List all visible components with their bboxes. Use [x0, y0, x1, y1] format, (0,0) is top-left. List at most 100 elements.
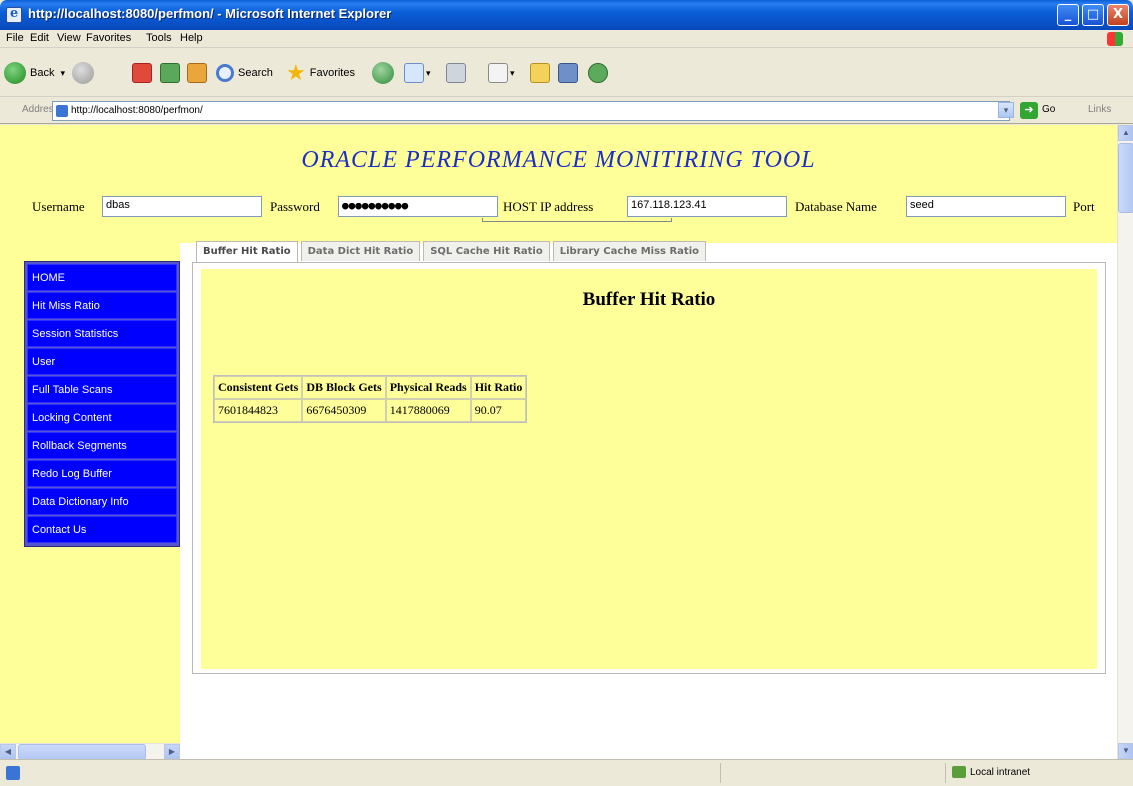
database-name-field[interactable]: seed: [906, 196, 1066, 217]
scroll-up-icon[interactable]: ▲: [1118, 125, 1133, 141]
back-arrow-icon: [4, 62, 26, 84]
port-label: Port: [1073, 199, 1095, 214]
scroll-thumb[interactable]: [18, 744, 146, 759]
search-button[interactable]: Search: [216, 61, 273, 85]
messenger-button[interactable]: [588, 61, 608, 85]
back-button[interactable]: Back ▾: [4, 61, 65, 85]
nav-item-user[interactable]: User: [27, 348, 177, 375]
menu-help[interactable]: Help: [180, 32, 203, 44]
address-input[interactable]: http://localhost:8080/perfmon/: [52, 101, 1010, 121]
edit-dropdown-icon: ▾: [510, 67, 515, 78]
nav-menu: HOME Hit Miss Ratio Session Statistics U…: [24, 261, 180, 547]
page-scrollbar[interactable]: ▲ ▼: [1117, 125, 1133, 759]
folder-button[interactable]: [530, 61, 550, 85]
tab-sql-cache-hit-ratio[interactable]: SQL Cache Hit Ratio: [423, 241, 550, 261]
refresh-button[interactable]: [160, 61, 180, 85]
password-field[interactable]: ●●●●●●●●●●: [338, 196, 498, 217]
page-viewport: ORACLE PERFORMANCE MONITIRING TOOL Usern…: [0, 125, 1117, 759]
column-header: DB Block Gets: [302, 376, 386, 399]
host-ip-field[interactable]: 167.118.123.41: [627, 196, 787, 217]
favorites-label: Favorites: [309, 67, 355, 79]
intranet-zone-icon: [952, 766, 966, 778]
username-label: Username: [32, 199, 85, 214]
menu-bar: File Edit View Favorites Tools Help: [0, 30, 1133, 48]
menu-favorites[interactable]: Favorites: [86, 32, 131, 44]
nav-item-data-dictionary-info[interactable]: Data Dictionary Info: [27, 488, 177, 515]
go-arrow-icon[interactable]: ➜: [1020, 102, 1038, 119]
maximize-button[interactable]: □: [1082, 4, 1104, 26]
mail-dropdown-icon: ▾: [426, 67, 431, 78]
nav-item-session-statistics[interactable]: Session Statistics: [27, 320, 177, 347]
left-column: HOME Hit Miss Ratio Session Statistics U…: [0, 243, 180, 743]
forward-button[interactable]: [72, 61, 94, 85]
table-cell: 90.07: [470, 399, 527, 422]
buffer-hit-table: Consistent Gets DB Block Gets Physical R…: [213, 375, 528, 423]
forward-arrow-icon: [72, 62, 94, 84]
table-cell: 6676450309: [302, 399, 386, 422]
table-cell: 1417880069: [385, 399, 471, 422]
tab-buffer-hit-ratio[interactable]: Buffer Hit Ratio: [196, 241, 298, 263]
security-zone-label: Local intranet: [970, 767, 1031, 778]
scroll-right-icon[interactable]: ▶: [164, 744, 180, 759]
scroll-left-icon[interactable]: ◀: [0, 744, 16, 759]
username-field[interactable]: dbas: [102, 196, 262, 217]
status-divider: [945, 763, 946, 783]
tab-data-dict-hit-ratio[interactable]: Data Dict Hit Ratio: [300, 241, 421, 261]
table-row: 7601844823 6676450309 1417880069 90.07: [214, 399, 527, 422]
host-label: HOST IP address: [503, 199, 594, 214]
nav-item-locking-content[interactable]: Locking Content: [27, 404, 177, 431]
address-url: http://localhost:8080/perfmon/: [71, 105, 203, 116]
tab-library-cache-miss-ratio[interactable]: Library Cache Miss Ratio: [552, 241, 706, 261]
address-bar: Address http://localhost:8080/perfmon/ ▾…: [0, 98, 1133, 124]
go-button[interactable]: Go: [1042, 104, 1055, 115]
page-status-icon: [6, 766, 20, 780]
toolbar: Back ▾ Search ★ Favorites ▾ ▾: [0, 49, 1133, 97]
column-header: Physical Reads: [385, 376, 471, 399]
edit-icon: [488, 63, 508, 83]
minimize-button[interactable]: _: [1057, 4, 1079, 26]
field-underline: [482, 218, 672, 222]
database-label: Database Name: [795, 199, 877, 214]
menu-edit[interactable]: Edit: [30, 32, 49, 44]
browser-window: http://localhost:8080/perfmon/ - Microso…: [0, 0, 1133, 786]
print-icon: [446, 63, 466, 83]
table-cell: 7601844823: [214, 399, 303, 422]
page-title: ORACLE PERFORMANCE MONITIRING TOOL: [301, 147, 816, 173]
close-button[interactable]: X: [1107, 4, 1129, 26]
ie-icon: [6, 6, 22, 23]
links-button[interactable]: Links: [1088, 104, 1111, 115]
nav-item-contact-us[interactable]: Contact Us: [27, 516, 177, 543]
home-icon: [187, 63, 207, 83]
back-dropdown-icon: ▾: [60, 67, 65, 78]
nav-item-redo-log-buffer[interactable]: Redo Log Buffer: [27, 460, 177, 487]
scroll-down-icon[interactable]: ▼: [1118, 743, 1133, 759]
left-frame-scrollbar[interactable]: ◀ ▶: [0, 743, 180, 759]
page-header: ORACLE PERFORMANCE MONITIRING TOOL Usern…: [0, 125, 1117, 243]
nav-item-full-table-scans[interactable]: Full Table Scans: [27, 376, 177, 403]
nav-item-home[interactable]: HOME: [27, 264, 177, 291]
research-icon: [558, 63, 578, 83]
page-icon: [56, 105, 68, 117]
tab-panel-content: Buffer Hit Ratio Consistent Gets DB Bloc…: [201, 269, 1097, 669]
research-button[interactable]: [558, 61, 578, 85]
address-dropdown-icon[interactable]: ▾: [998, 102, 1014, 118]
panel-title: Buffer Hit Ratio: [582, 289, 716, 310]
nav-item-hit-miss-ratio[interactable]: Hit Miss Ratio: [27, 292, 177, 319]
search-icon: [216, 64, 234, 82]
scroll-thumb[interactable]: [1118, 143, 1133, 213]
home-button[interactable]: [187, 61, 207, 85]
messenger-icon: [588, 63, 608, 83]
favorites-button[interactable]: ★ Favorites: [286, 61, 355, 85]
column-header: Hit Ratio: [470, 376, 527, 399]
stop-button[interactable]: [132, 61, 152, 85]
print-button[interactable]: [446, 61, 466, 85]
edit-button[interactable]: ▾: [488, 61, 515, 85]
back-label: Back: [30, 67, 55, 79]
mail-button[interactable]: ▾: [404, 61, 431, 85]
menu-view[interactable]: View: [57, 32, 81, 44]
tab-panel: Buffer Hit Ratio Consistent Gets DB Bloc…: [192, 262, 1106, 674]
history-button[interactable]: [372, 61, 394, 85]
nav-item-rollback-segments[interactable]: Rollback Segments: [27, 432, 177, 459]
menu-tools[interactable]: Tools: [146, 32, 172, 44]
menu-file[interactable]: File: [6, 32, 24, 44]
